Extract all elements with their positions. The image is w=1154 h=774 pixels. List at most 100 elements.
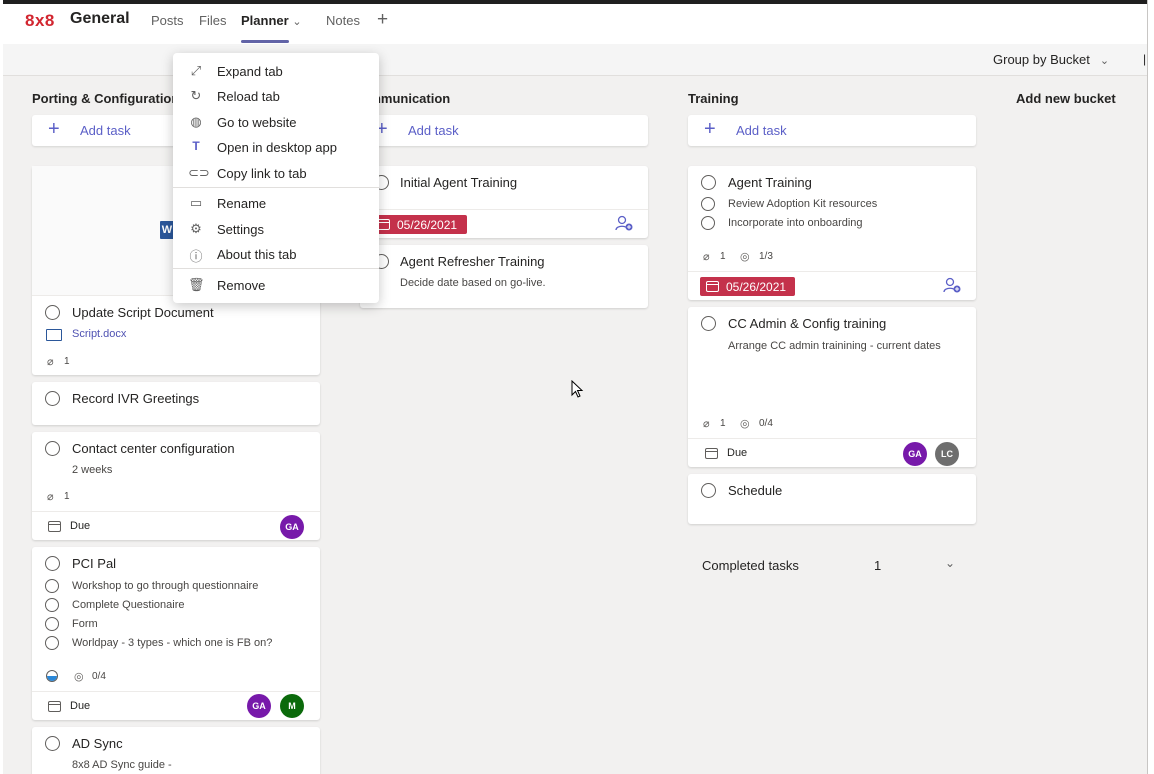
task-card-schedule[interactable] [688,474,976,524]
add-new-bucket-button[interactable]: Add new bucket [1016,91,1116,106]
checklist-icon: ◎ [740,418,750,430]
info-icon: ⓘ [189,249,203,264]
due-date-label[interactable]: Due [70,700,90,712]
menu-item-open-desktop[interactable]: T Open in desktop app [173,135,379,159]
menu-item-label: Reload tab [217,89,280,104]
plus-icon: + [48,118,60,140]
menu-item-label: Go to website [217,115,297,130]
complete-task-checkbox[interactable] [45,556,60,571]
chevron-down-icon[interactable]: ⌄ [945,556,955,570]
checklist-icon: ◎ [740,251,750,263]
overdue-date-badge[interactable]: 05/26/2021 [371,215,467,234]
checklist-item-checkbox[interactable] [45,579,59,593]
menu-item-label: Rename [217,196,267,211]
menu-item-reload-tab[interactable]: ↻ Reload tab [173,84,379,108]
checklist-item-checkbox[interactable] [45,617,59,631]
checklist-icon: ◎ [74,671,84,683]
attachment-count: 1 [720,418,726,429]
task-title: Initial Agent Training [400,175,518,190]
menu-item-copy-link[interactable]: ⊂⊃ Copy link to tab [173,161,379,185]
assign-user-icon[interactable] [943,277,961,293]
link-icon: ⊂⊃ [188,165,210,180]
group-by-dropdown[interactable]: Group by Bucket ⌄ [993,52,1109,67]
calendar-icon [706,281,719,292]
avatar[interactable]: GA [247,694,271,718]
bucket-title-training[interactable]: Training [688,91,739,106]
checklist-item-checkbox[interactable] [701,197,715,211]
checklist-item-checkbox[interactable] [45,598,59,612]
checklist-progress: 0/4 [759,418,773,429]
menu-item-settings[interactable]: ⚙ Settings [173,217,379,241]
add-task-button[interactable]: + Add task [360,115,648,146]
divider [688,271,976,272]
overdue-date-badge[interactable]: 05/26/2021 [700,277,795,296]
task-card-pci-pal[interactable] [32,547,320,720]
complete-task-checkbox[interactable] [701,483,716,498]
divider [688,438,976,439]
task-description: Arrange CC admin trainining - current da… [728,340,941,352]
avatar[interactable]: GA [903,442,927,466]
bucket-title-porting[interactable]: Porting & Configuration [32,91,179,106]
complete-task-checkbox[interactable] [701,316,716,331]
divider [32,691,320,692]
avatar[interactable]: LC [935,442,959,466]
divider [32,511,320,512]
menu-item-label: Copy link to tab [217,166,307,181]
menu-item-rename[interactable]: ▭ Rename [173,191,379,215]
avatar[interactable]: GA [280,515,304,539]
add-tab-icon[interactable]: + [377,9,388,31]
checklist-item-checkbox[interactable] [45,636,59,650]
tab-planner[interactable]: Planner ⌄ [241,13,302,28]
task-title: Agent Refresher Training [400,254,545,269]
menu-item-label: Settings [217,222,264,237]
add-task-button[interactable]: + Add task [688,115,976,146]
task-title: CC Admin & Config training [728,316,887,331]
globe-icon: ◍ [190,114,202,129]
due-date-label[interactable]: Due [727,447,747,459]
complete-task-checkbox[interactable] [45,441,60,456]
due-date-label[interactable]: Due [70,520,90,532]
checklist-item: Form [72,618,98,630]
tab-notes[interactable]: Notes [326,13,360,28]
toolbar-overflow-stub: | [1143,52,1147,66]
completed-tasks-label[interactable]: Completed tasks [702,558,799,573]
reload-icon: ↻ [190,88,202,103]
calendar-icon [48,701,61,712]
checklist-item: Incorporate into onboarding [728,217,863,229]
menu-divider [173,268,379,269]
expand-icon: ⤢ [190,63,202,78]
paperclip-icon: ⌀ [47,356,54,368]
menu-item-go-to-website[interactable]: ◍ Go to website [173,110,379,134]
menu-item-label: About this tab [217,247,297,262]
task-title: PCI Pal [72,556,117,571]
active-tab-indicator [241,40,289,43]
trash-icon: 🗑 [188,277,205,292]
checklist-item: Worldpay - 3 types - which one is FB on? [72,637,273,649]
menu-item-about[interactable]: ⓘ About this tab [173,242,379,266]
menu-item-expand-tab[interactable]: ⤢ Expand tab [173,59,379,83]
task-card-cc-admin[interactable] [688,307,976,467]
menu-item-remove[interactable]: 🗑 Remove [173,273,379,297]
tab-context-menu: ⤢ Expand tab ↻ Reload tab ◍ Go to websit… [173,53,379,303]
task-title: AD Sync [72,736,123,751]
task-title: Agent Training [728,175,812,190]
channel-name: General [70,10,130,27]
complete-task-checkbox[interactable] [45,391,60,406]
complete-task-checkbox[interactable] [45,736,60,751]
rename-icon: ▭ [189,195,203,210]
attachment-count: 1 [720,251,726,262]
in-progress-icon [46,670,58,682]
checklist-item-checkbox[interactable] [701,216,715,230]
tab-planner-label: Planner [241,13,289,28]
avatar[interactable]: M [280,694,304,718]
mouse-cursor-icon [571,380,584,398]
checklist-progress: 0/4 [92,671,106,682]
due-date: 05/26/2021 [726,280,787,294]
tab-posts[interactable]: Posts [151,13,184,28]
complete-task-checkbox[interactable] [701,175,716,190]
tab-files[interactable]: Files [199,13,226,28]
word-file-icon: W [160,221,174,239]
complete-task-checkbox[interactable] [45,305,60,320]
assign-user-icon[interactable] [615,215,633,231]
attachment-link[interactable]: Script.docx [72,328,126,340]
